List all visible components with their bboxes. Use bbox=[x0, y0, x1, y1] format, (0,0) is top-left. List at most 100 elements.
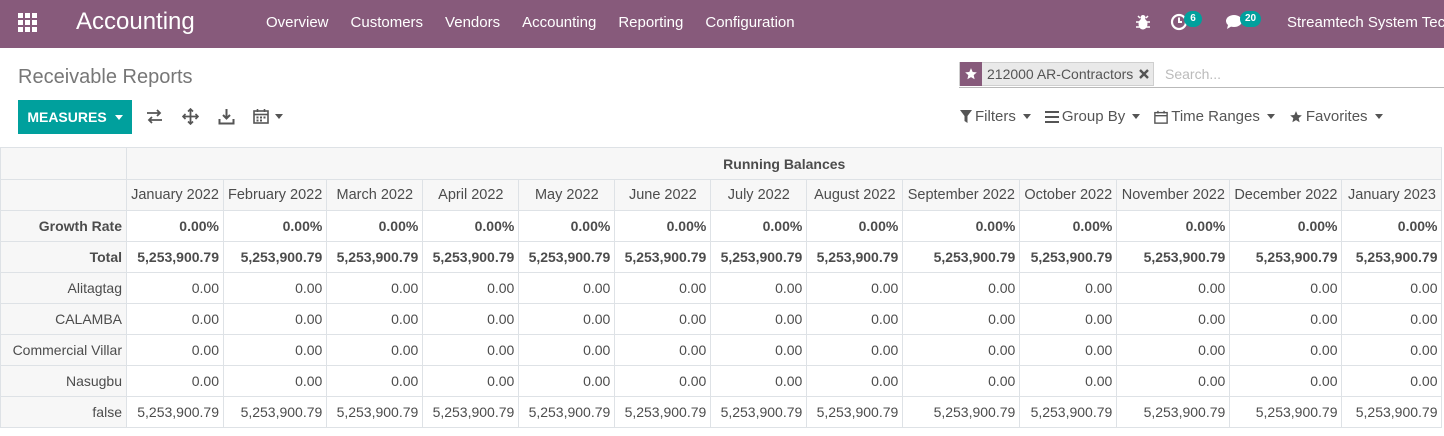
pivot-cell[interactable]: 0.00 bbox=[1116, 272, 1231, 304]
favorites-dropdown[interactable]: Favorites bbox=[1289, 108, 1383, 125]
pivot-cell[interactable]: 0.00 bbox=[1019, 365, 1118, 397]
pivot-cell[interactable]: 0.00 bbox=[1229, 365, 1343, 397]
pivot-row-header[interactable]: Commercial Villar bbox=[0, 334, 127, 366]
pivot-cell[interactable]: 0.00 bbox=[806, 365, 904, 397]
pivot-cell[interactable]: 0.00 bbox=[902, 365, 1021, 397]
pivot-cell[interactable]: 0.00 bbox=[126, 272, 224, 304]
pivot-cell[interactable]: 0.00% bbox=[614, 210, 712, 242]
pivot-cell[interactable]: 5,253,900.79 bbox=[614, 396, 712, 428]
pivot-cell[interactable]: 5,253,900.79 bbox=[126, 396, 224, 428]
pivot-cell[interactable]: 0.00 bbox=[710, 334, 808, 366]
pivot-cell[interactable]: 5,253,900.79 bbox=[518, 241, 616, 273]
pivot-cell[interactable]: 5,253,900.79 bbox=[1229, 396, 1343, 428]
pivot-column-header[interactable]: February 2022 bbox=[222, 179, 328, 211]
pivot-cell[interactable]: 5,253,900.79 bbox=[806, 241, 904, 273]
pivot-cell[interactable]: 0.00% bbox=[422, 210, 520, 242]
pivot-cell[interactable]: 0.00 bbox=[1229, 303, 1343, 335]
pivot-cell[interactable]: 5,253,900.79 bbox=[710, 396, 808, 428]
pivot-cell[interactable]: 0.00% bbox=[222, 210, 328, 242]
pivot-cell[interactable]: 0.00 bbox=[1019, 272, 1118, 304]
pivot-cell[interactable]: 0.00 bbox=[710, 272, 808, 304]
pivot-cell[interactable]: 0.00 bbox=[518, 272, 616, 304]
pivot-cell[interactable]: 0.00 bbox=[1341, 303, 1443, 335]
pivot-cell[interactable]: 5,253,900.79 bbox=[1116, 241, 1231, 273]
pivot-row-header[interactable]: CALAMBA bbox=[0, 303, 127, 335]
pivot-cell[interactable]: 0.00 bbox=[902, 303, 1021, 335]
pivot-cell[interactable]: 0.00 bbox=[710, 303, 808, 335]
pivot-cell[interactable]: 0.00% bbox=[126, 210, 224, 242]
pivot-cell[interactable]: 0.00% bbox=[806, 210, 904, 242]
pivot-column-header[interactable]: March 2022 bbox=[326, 179, 424, 211]
pivot-cell[interactable]: 0.00 bbox=[422, 365, 520, 397]
pivot-cell[interactable]: 0.00 bbox=[518, 365, 616, 397]
pivot-cell[interactable]: 5,253,900.79 bbox=[806, 396, 904, 428]
pivot-cell[interactable]: 0.00 bbox=[1019, 303, 1118, 335]
pivot-cell[interactable]: 5,253,900.79 bbox=[1341, 396, 1443, 428]
pivot-cell[interactable]: 0.00 bbox=[1341, 272, 1443, 304]
menu-reporting[interactable]: Reporting bbox=[618, 14, 683, 31]
pivot-cell[interactable]: 0.00 bbox=[126, 303, 224, 335]
pivot-cell[interactable]: 5,253,900.79 bbox=[1019, 241, 1118, 273]
pivot-row-header[interactable]: Alitagtag bbox=[0, 272, 127, 304]
pivot-cell[interactable]: 0.00% bbox=[326, 210, 424, 242]
pivot-cell[interactable]: 0.00 bbox=[1341, 334, 1443, 366]
menu-vendors[interactable]: Vendors bbox=[445, 14, 500, 31]
pivot-cell[interactable]: 0.00 bbox=[222, 303, 328, 335]
pivot-cell[interactable]: 0.00 bbox=[902, 272, 1021, 304]
pivot-cell[interactable]: 0.00 bbox=[422, 303, 520, 335]
pivot-column-header[interactable]: August 2022 bbox=[806, 179, 904, 211]
pivot-cell[interactable]: 5,253,900.79 bbox=[902, 396, 1021, 428]
pivot-cell[interactable]: 5,253,900.79 bbox=[222, 396, 328, 428]
pivot-column-header[interactable]: January 2022 bbox=[126, 179, 224, 211]
apps-menu-icon[interactable] bbox=[18, 13, 38, 32]
pivot-cell[interactable]: 0.00 bbox=[614, 303, 712, 335]
pivot-cell[interactable]: 0.00 bbox=[1229, 272, 1343, 304]
group-by-dropdown[interactable]: Group By bbox=[1044, 108, 1141, 125]
pivot-cell[interactable]: 0.00 bbox=[326, 334, 424, 366]
pivot-cell[interactable]: 5,253,900.79 bbox=[326, 396, 424, 428]
pivot-column-header[interactable]: July 2022 bbox=[710, 179, 808, 211]
pivot-cell[interactable]: 0.00% bbox=[1229, 210, 1343, 242]
time-ranges-dropdown[interactable]: Time Ranges bbox=[1154, 108, 1275, 125]
pivot-cell[interactable]: 5,253,900.79 bbox=[222, 241, 328, 273]
search-input[interactable] bbox=[1165, 63, 1435, 85]
pivot-cell[interactable]: 0.00% bbox=[902, 210, 1021, 242]
pivot-column-header[interactable]: October 2022 bbox=[1019, 179, 1118, 211]
menu-accounting[interactable]: Accounting bbox=[522, 14, 596, 31]
pivot-cell[interactable]: 5,253,900.79 bbox=[326, 241, 424, 273]
pivot-cell[interactable]: 0.00 bbox=[1116, 303, 1231, 335]
pivot-cell[interactable]: 0.00 bbox=[126, 365, 224, 397]
flip-axis-icon[interactable] bbox=[146, 108, 163, 125]
menu-customers[interactable]: Customers bbox=[351, 14, 424, 31]
pivot-cell[interactable]: 5,253,900.79 bbox=[902, 241, 1021, 273]
pivot-cell[interactable]: 0.00 bbox=[126, 334, 224, 366]
pivot-cell[interactable]: 5,253,900.79 bbox=[1019, 396, 1118, 428]
pivot-cell[interactable]: 0.00 bbox=[614, 365, 712, 397]
calendar-dropdown[interactable] bbox=[253, 108, 283, 124]
pivot-column-header[interactable]: June 2022 bbox=[614, 179, 712, 211]
pivot-column-header[interactable]: November 2022 bbox=[1116, 179, 1231, 211]
pivot-cell[interactable]: 0.00 bbox=[518, 303, 616, 335]
pivot-cell[interactable]: 0.00 bbox=[902, 334, 1021, 366]
pivot-cell[interactable]: 5,253,900.79 bbox=[1116, 396, 1231, 428]
pivot-cell[interactable]: 0.00 bbox=[222, 365, 328, 397]
pivot-cell[interactable]: 0.00% bbox=[710, 210, 808, 242]
pivot-cell[interactable]: 0.00 bbox=[710, 365, 808, 397]
measures-dropdown-button[interactable]: MEASURES bbox=[18, 100, 132, 134]
pivot-cell[interactable]: 0.00% bbox=[1341, 210, 1443, 242]
pivot-column-header[interactable]: January 2023 bbox=[1341, 179, 1443, 211]
pivot-cell[interactable]: 0.00 bbox=[806, 272, 904, 304]
pivot-cell[interactable]: 5,253,900.79 bbox=[710, 241, 808, 273]
pivot-row-header[interactable]: Growth Rate bbox=[0, 210, 127, 242]
menu-configuration[interactable]: Configuration bbox=[705, 14, 794, 31]
pivot-cell[interactable]: 0.00 bbox=[326, 365, 424, 397]
pivot-row-header[interactable]: false bbox=[0, 396, 127, 428]
pivot-cell[interactable]: 5,253,900.79 bbox=[126, 241, 224, 273]
pivot-column-header[interactable]: April 2022 bbox=[422, 179, 520, 211]
pivot-cell[interactable]: 0.00 bbox=[326, 303, 424, 335]
pivot-cell[interactable]: 0.00 bbox=[1229, 334, 1343, 366]
pivot-column-header[interactable]: December 2022 bbox=[1229, 179, 1343, 211]
pivot-cell[interactable]: 5,253,900.79 bbox=[422, 396, 520, 428]
pivot-cell[interactable]: 0.00% bbox=[518, 210, 616, 242]
pivot-cell[interactable]: 0.00 bbox=[806, 334, 904, 366]
